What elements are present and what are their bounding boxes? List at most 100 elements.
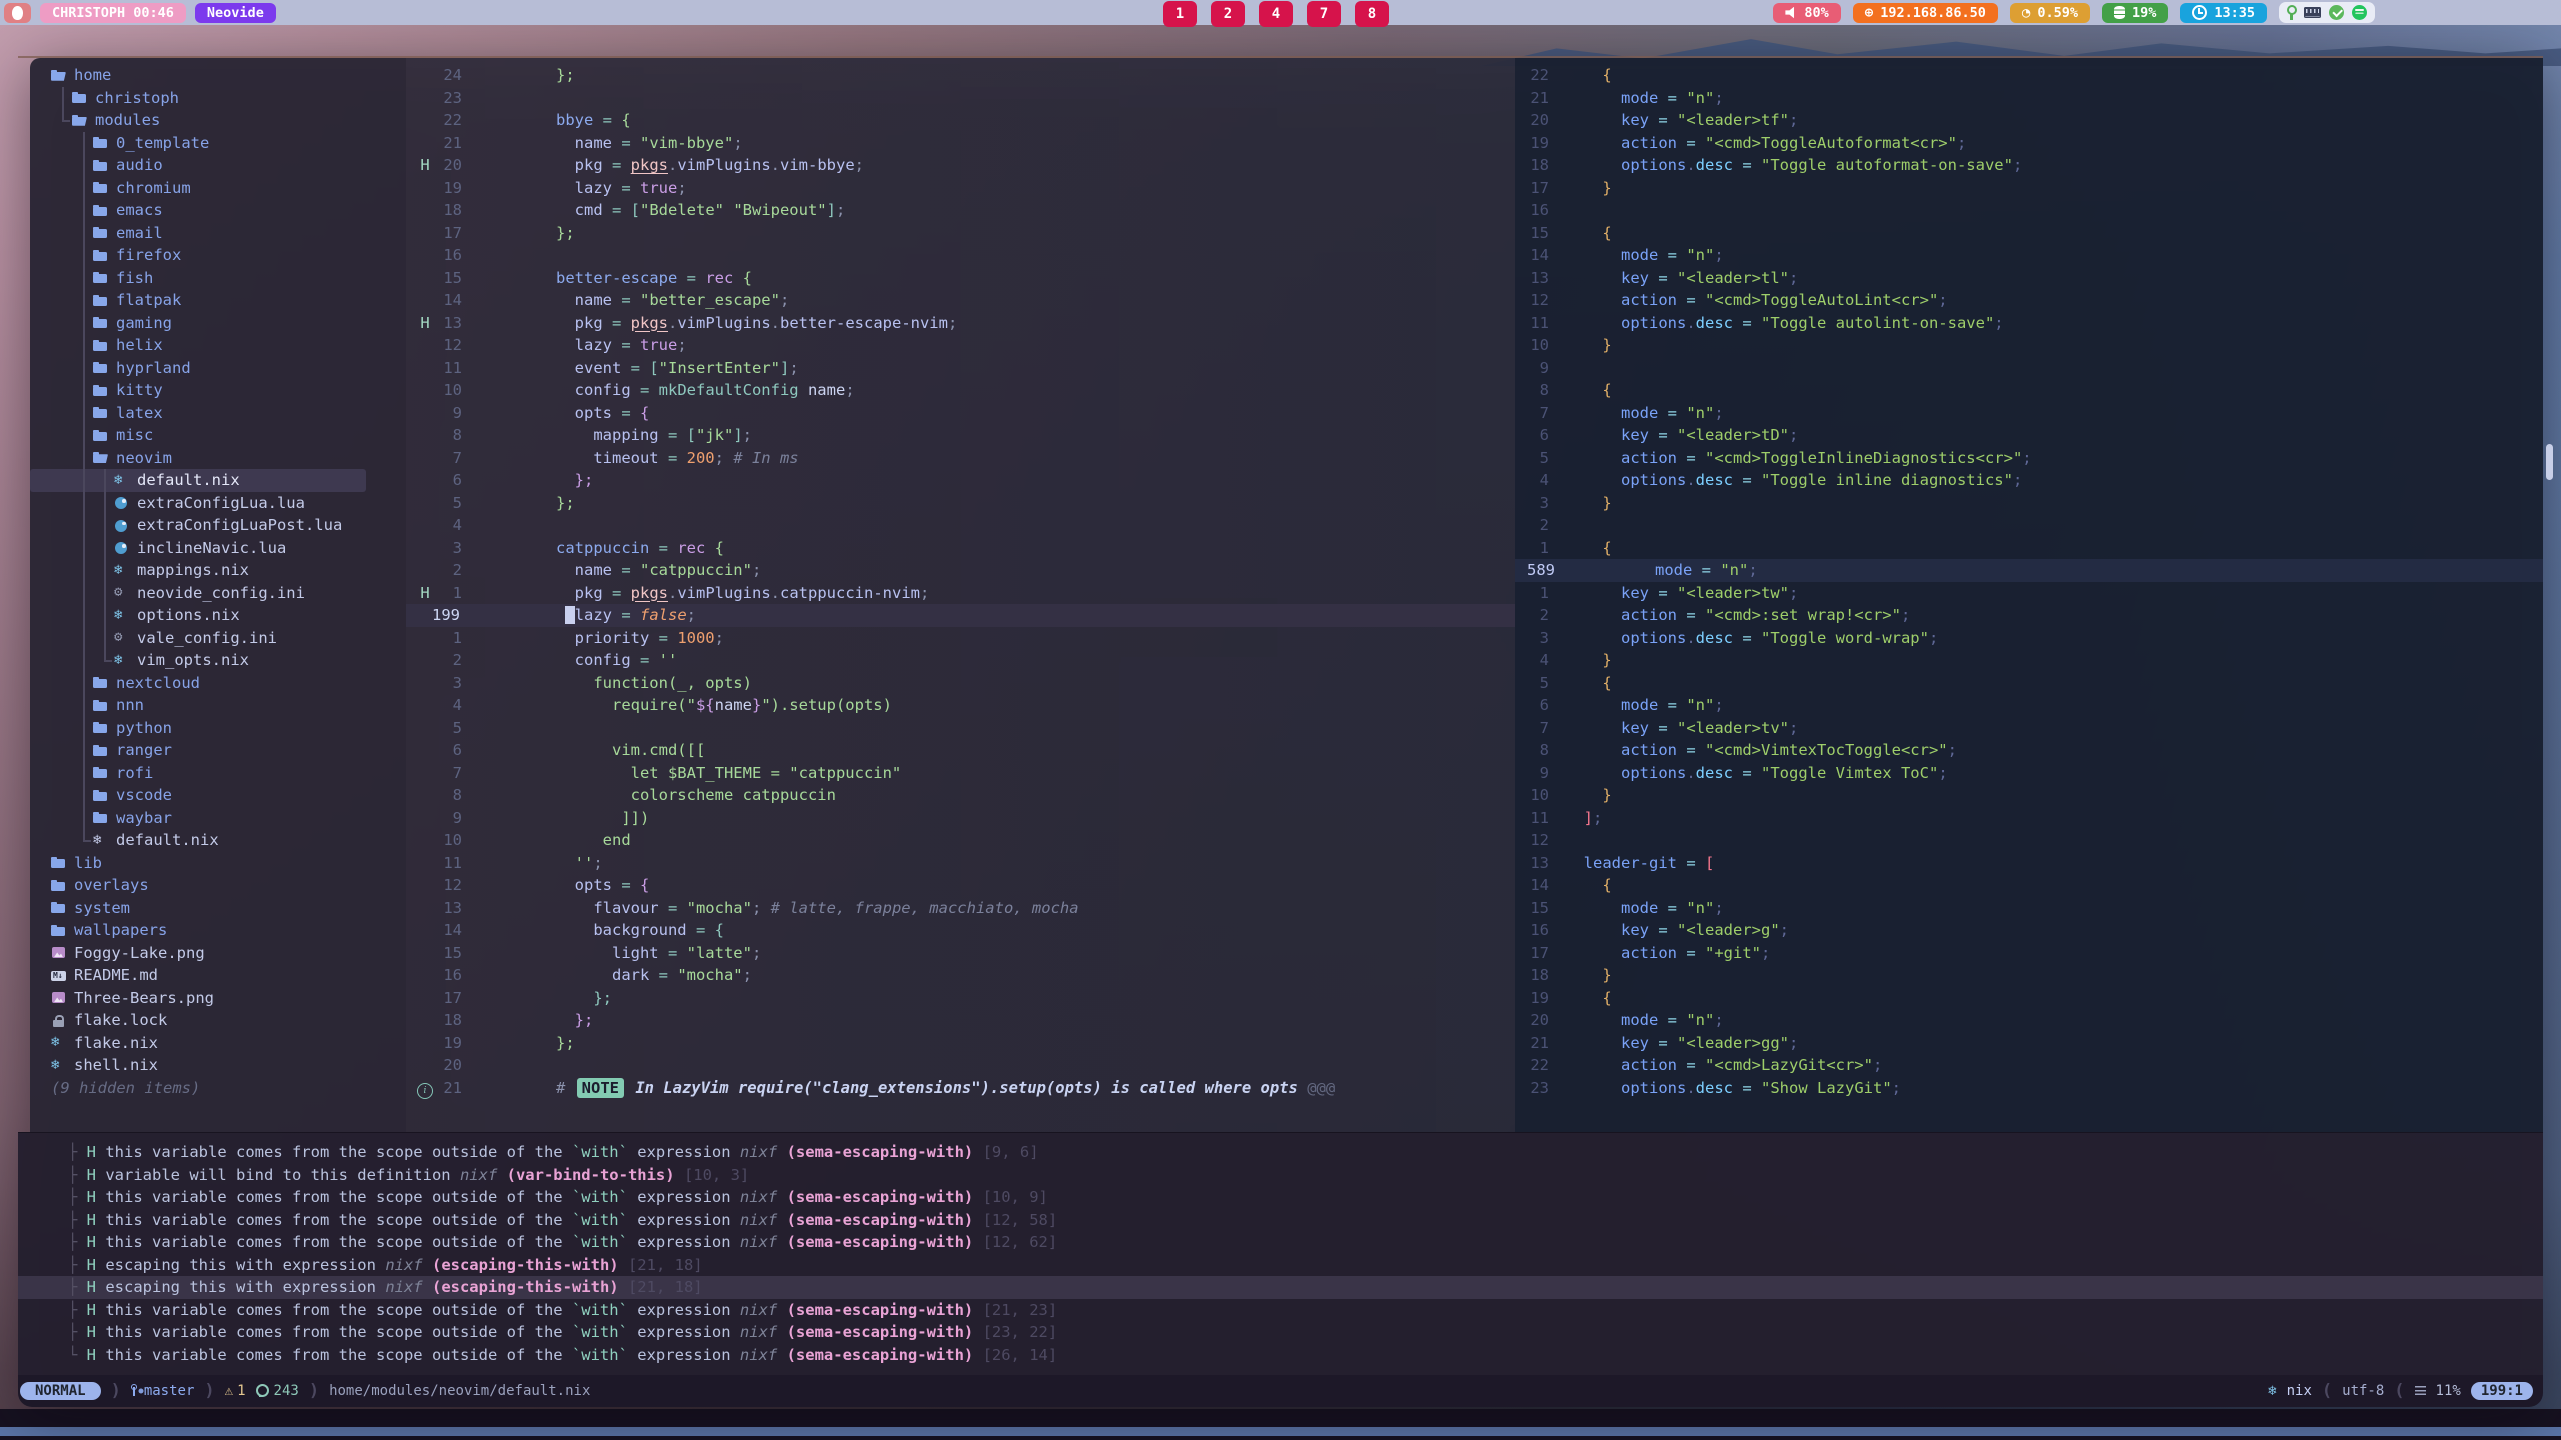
diagnostic-row[interactable]: ├ H escaping this with expression nixf (…: [18, 1254, 2543, 1277]
code-line[interactable]: 4: [406, 514, 1515, 537]
code-line[interactable]: 3 }: [1515, 492, 2543, 515]
code-line[interactable]: 10 end: [406, 829, 1515, 852]
code-line[interactable]: 14 mode = "n";: [1515, 244, 2543, 267]
code-line[interactable]: i21 # NOTE In LazyVim require("clang_ext…: [406, 1077, 1515, 1100]
editor-pane-mappings[interactable]: 22 {21 mode = "n";20 key = "<leader>tf";…: [1515, 58, 2543, 1132]
globe-status-badge[interactable]: ⊕192.168.86.50: [1853, 3, 1998, 23]
code-line[interactable]: 5: [406, 717, 1515, 740]
tree-item-overlays[interactable]: overlays: [30, 874, 303, 897]
clock-status-badge[interactable]: 13:35: [2180, 3, 2267, 23]
tree-item-shell.nix[interactable]: ❄shell.nix: [30, 1054, 303, 1077]
code-line[interactable]: 15 light = "latte";: [406, 942, 1515, 965]
tree-item-nextcloud[interactable]: nextcloud: [30, 672, 345, 695]
code-line[interactable]: 14 name = "better_escape";: [406, 289, 1515, 312]
code-line[interactable]: H1 pkg = pkgs.vimPlugins.catppuccin-nvim…: [406, 582, 1515, 605]
code-line[interactable]: 22 {: [1515, 64, 2543, 87]
tree-item-helix[interactable]: helix: [30, 334, 345, 357]
tree-item-system[interactable]: system: [30, 897, 303, 920]
tree-item-neovide_config.ini[interactable]: ⚙neovide_config.ini: [30, 582, 366, 605]
code-line[interactable]: 11 '';: [406, 852, 1515, 875]
code-line[interactable]: 17 }: [1515, 177, 2543, 200]
code-line[interactable]: 10 }: [1515, 784, 2543, 807]
tree-item-extraConfigLua.lua[interactable]: extraConfigLua.lua: [30, 492, 366, 515]
code-line[interactable]: 21 name = "vim-bbye";: [406, 132, 1515, 155]
code-line[interactable]: 11 options.desc = "Toggle autolint-on-sa…: [1515, 312, 2543, 335]
code-line[interactable]: 13 flavour = "mocha"; # latte, frappe, m…: [406, 897, 1515, 920]
tree-item-vscode[interactable]: vscode: [30, 784, 345, 807]
tree-item-latex[interactable]: latex: [30, 402, 345, 425]
code-line[interactable]: 10 config = mkDefaultConfig name;: [406, 379, 1515, 402]
gauge-status-badge[interactable]: ◔0.59%: [2010, 3, 2090, 23]
code-line[interactable]: 14 {: [1515, 874, 2543, 897]
tree-item-README.md[interactable]: README.md: [30, 964, 303, 987]
code-line[interactable]: 5 action = "<cmd>ToggleInlineDiagnostics…: [1515, 447, 2543, 470]
code-line[interactable]: 8 {: [1515, 379, 2543, 402]
code-line[interactable]: 16: [1515, 199, 2543, 222]
code-line[interactable]: 22 action = "<cmd>LazyGit<cr>";: [1515, 1054, 2543, 1077]
code-line[interactable]: 16: [406, 244, 1515, 267]
code-line[interactable]: 6 };: [406, 469, 1515, 492]
code-line[interactable]: 8 mapping = ["jk"];: [406, 424, 1515, 447]
tree-item-lib[interactable]: lib: [30, 852, 303, 875]
code-line[interactable]: 14 background = {: [406, 919, 1515, 942]
workspace-tag-2[interactable]: 2: [1211, 1, 1245, 27]
speaker-status-badge[interactable]: 80%: [1773, 3, 1840, 23]
key-tray-icon[interactable]: [2287, 5, 2296, 20]
editor-scrollbar[interactable]: [2546, 444, 2553, 480]
tree-item-audio[interactable]: audio: [30, 154, 345, 177]
tree-item-firefox[interactable]: firefox: [30, 244, 345, 267]
warning-count[interactable]: ⚠1: [225, 1383, 246, 1399]
editor-pane-default-nix[interactable]: 24 };2322 bbye = {21 name = "vim-bbye";H…: [406, 58, 1515, 1132]
code-line[interactable]: 20: [406, 1054, 1515, 1077]
code-line[interactable]: 20 key = "<leader>tf";: [1515, 109, 2543, 132]
diagnostic-row[interactable]: ├ H variable will bind to this definitio…: [18, 1164, 2543, 1187]
code-line[interactable]: H20 pkg = pkgs.vimPlugins.vim-bbye;: [406, 154, 1515, 177]
tree-item-fish[interactable]: fish: [30, 267, 345, 290]
code-line[interactable]: 6 mode = "n";: [1515, 694, 2543, 717]
tree-item-hyprland[interactable]: hyprland: [30, 357, 345, 380]
code-line[interactable]: 4 options.desc = "Toggle inline diagnost…: [1515, 469, 2543, 492]
tree-item-Foggy-Lake.png[interactable]: Foggy-Lake.png: [30, 942, 303, 965]
distro-logo-badge[interactable]: [4, 3, 31, 23]
code-line[interactable]: 13 key = "<leader>tl";: [1515, 267, 2543, 290]
tree-item-flatpak[interactable]: flatpak: [30, 289, 345, 312]
code-line[interactable]: 18 };: [406, 1009, 1515, 1032]
tree-item-gaming[interactable]: gaming: [30, 312, 345, 335]
tree-item-default.nix[interactable]: ❄default.nix: [30, 469, 366, 492]
code-line[interactable]: 4 require("${name}").setup(opts): [406, 694, 1515, 717]
code-line[interactable]: 2 config = '': [406, 649, 1515, 672]
kb-tray-icon[interactable]: [2304, 7, 2321, 18]
tree-item-vale_config.ini[interactable]: ⚙vale_config.ini: [30, 627, 366, 650]
code-line[interactable]: 1 {: [1515, 537, 2543, 560]
diagnostic-row[interactable]: ├ H this variable comes from the scope o…: [18, 1186, 2543, 1209]
code-line[interactable]: 12 action = "<cmd>ToggleAutoLint<cr>";: [1515, 289, 2543, 312]
spotify-tray-icon[interactable]: [2352, 5, 2367, 20]
tree-item-nnn[interactable]: nnn: [30, 694, 345, 717]
workspace-tag-7[interactable]: 7: [1307, 1, 1341, 27]
tree-item-emacs[interactable]: emacs: [30, 199, 345, 222]
tree-item-default.nix[interactable]: ❄default.nix: [30, 829, 345, 852]
tree-item-flake.lock[interactable]: flake.lock: [30, 1009, 303, 1032]
code-line[interactable]: 11 ];: [1515, 807, 2543, 830]
code-line[interactable]: 18 options.desc = "Toggle autoformat-on-…: [1515, 154, 2543, 177]
code-line[interactable]: 10 }: [1515, 334, 2543, 357]
code-line[interactable]: 9 opts = {: [406, 402, 1515, 425]
code-line[interactable]: 4 }: [1515, 649, 2543, 672]
db-status-badge[interactable]: 19%: [2102, 3, 2168, 23]
code-line[interactable]: 22 bbye = {: [406, 109, 1515, 132]
code-line[interactable]: 17 action = "+git";: [1515, 942, 2543, 965]
tree-item-extraConfigLuaPost.lua[interactable]: extraConfigLuaPost.lua: [30, 514, 366, 537]
code-line[interactable]: 12: [1515, 829, 2543, 852]
git-branch[interactable]: master: [131, 1383, 195, 1399]
code-line[interactable]: 19 };: [406, 1032, 1515, 1055]
tree-item-modules[interactable]: modules: [30, 109, 324, 132]
code-line[interactable]: 12 lazy = true;: [406, 334, 1515, 357]
tree-item-rofi[interactable]: rofi: [30, 762, 345, 785]
diagnostic-row[interactable]: ├ H this variable comes from the scope o…: [18, 1231, 2543, 1254]
tree-item-ranger[interactable]: ranger: [30, 739, 345, 762]
code-line[interactable]: 1 key = "<leader>tw";: [1515, 582, 2543, 605]
tree-item-0_template[interactable]: 0_template: [30, 132, 345, 155]
diagnostic-row[interactable]: ├ H this variable comes from the scope o…: [18, 1299, 2543, 1322]
workspace-tag-8[interactable]: 8: [1355, 1, 1389, 27]
code-line[interactable]: 1 priority = 1000;: [406, 627, 1515, 650]
